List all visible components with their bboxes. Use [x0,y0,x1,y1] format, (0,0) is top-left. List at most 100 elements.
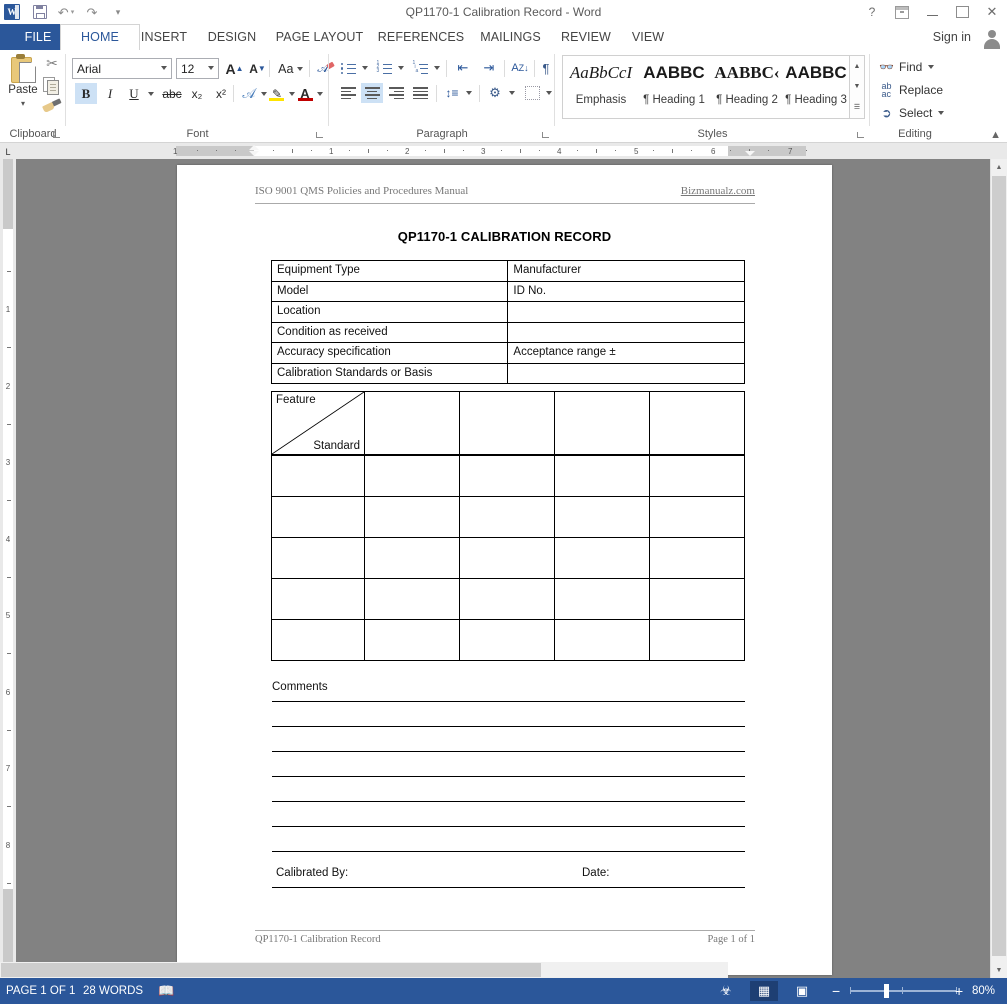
zoom-level[interactable]: 80% [972,978,995,1004]
format-painter-icon[interactable] [42,98,62,116]
scroll-down-icon[interactable]: ▼ [991,962,1007,978]
line-spacing-chevron-down-icon[interactable] [463,83,474,103]
comment-line[interactable] [272,751,745,752]
cell-id-no[interactable]: ID No. [507,280,745,302]
grid-cell[interactable] [364,496,460,538]
restore-icon[interactable] [947,0,977,24]
cell-accuracy-specification[interactable]: Accuracy specification [270,342,509,364]
replace-button[interactable]: ab ac Replace [878,79,943,101]
grow-font-button[interactable]: A ▲ [224,58,245,79]
cell-model[interactable]: Model [270,280,509,302]
grid-cell[interactable] [459,619,555,661]
font-size-input[interactable]: 12 [176,58,219,79]
styles-dialog-launcher[interactable] [857,130,866,139]
font-name-input[interactable]: Arial [72,58,172,79]
print-layout-view-button[interactable]: ▦ [750,981,778,1001]
change-case-button[interactable]: Aa [274,58,307,79]
comment-line[interactable] [272,851,745,852]
vertical-scrollbar-thumb[interactable] [992,176,1006,956]
right-indent-marker[interactable] [745,151,755,156]
tab-stop-selector[interactable]: L [1,145,15,158]
comment-line[interactable] [272,776,745,777]
document-canvas[interactable]: ISO 9001 QMS Policies and Procedures Man… [16,159,991,978]
grid-cell[interactable] [648,578,746,620]
cell-calibration-standards-value[interactable] [507,362,745,384]
grid-cell[interactable] [648,496,746,538]
table-row[interactable]: Calibration Standards or Basis [270,362,745,384]
grid-cell[interactable] [270,578,366,620]
equipment-info-table[interactable]: Equipment Type Manufacturer Model ID No.… [270,260,745,384]
align-left-icon[interactable] [337,83,359,103]
multilevel-list-icon[interactable]: 1ia [409,58,431,78]
comment-line[interactable] [272,701,745,702]
tab-view[interactable]: VIEW [613,24,683,50]
cell-manufacturer[interactable]: Manufacturer [507,260,745,282]
chevron-down-icon[interactable] [296,66,303,71]
grid-cell[interactable] [553,578,650,620]
close-icon[interactable]: ✕ [977,0,1007,24]
chevron-down-icon[interactable] [938,111,945,115]
cell-equipment-type[interactable]: Equipment Type [270,260,509,282]
table-row[interactable] [270,537,746,579]
table-row[interactable]: Model ID No. [270,280,745,302]
grid-cell[interactable] [553,454,650,497]
table-row[interactable]: Location [270,301,745,323]
styles-scroll-up-icon[interactable]: ▲ [850,57,864,76]
grid-cell[interactable] [553,496,650,538]
proofing-errors-icon[interactable]: 📖 [158,978,174,1004]
horizontal-scrollbar-thumb[interactable] [1,963,541,977]
paragraph-dialog-launcher[interactable] [542,130,551,139]
paste-button[interactable]: Paste ▾ [5,53,41,117]
table-row[interactable] [270,619,746,661]
table-row[interactable] [270,496,746,538]
grid-cell[interactable] [459,454,555,497]
numbering-chevron-down-icon[interactable] [395,58,406,78]
horizontal-scrollbar[interactable] [0,962,728,978]
first-line-indent-marker[interactable] [249,145,259,150]
read-mode-view-button[interactable]: ☣ [712,981,740,1001]
comment-line[interactable] [272,726,745,727]
scroll-up-icon[interactable]: ▲ [991,159,1007,175]
grid-header-cell[interactable] [648,391,746,456]
borders-icon[interactable] [521,83,543,103]
grid-cell[interactable] [270,537,366,579]
hanging-indent-marker[interactable] [249,151,259,156]
style-item-heading-2[interactable]: AABBC‹ ¶ Heading 2 [711,56,783,118]
zoom-slider-track[interactable] [850,990,957,992]
styles-more-icon[interactable]: ☰ [850,97,864,116]
show-formatting-marks-icon[interactable]: ¶ [537,58,555,78]
shrink-font-button[interactable]: A ▼ [247,58,268,79]
zoom-slider-thumb[interactable] [884,984,889,998]
bold-button[interactable]: B [75,83,97,104]
justify-icon[interactable] [409,83,431,103]
superscript-button[interactable]: x² [210,83,232,104]
cell-condition-value[interactable] [507,321,745,343]
chevron-down-icon[interactable]: ▾ [5,99,41,108]
grid-cell[interactable] [459,537,555,579]
help-icon[interactable]: ? [857,0,887,24]
grid-cell[interactable] [553,537,650,579]
chevron-down-icon[interactable] [928,65,935,69]
grid-header-cell[interactable] [459,391,555,456]
find-button[interactable]: 👓 Find [878,56,935,78]
table-row[interactable]: Accuracy specification Acceptance range … [270,342,745,364]
avatar[interactable] [981,27,1003,49]
zoom-out-button[interactable]: − [832,978,840,1004]
table-row[interactable]: Condition as received [270,321,745,343]
shading-chevron-down-icon[interactable] [506,83,517,103]
comment-line[interactable] [272,826,745,827]
cell-location-value[interactable] [507,301,745,323]
page-indicator[interactable]: PAGE 1 OF 1 [6,978,75,1004]
horizontal-ruler[interactable]: 1 1 2 3 4 5 6 7 [0,143,1007,160]
document-page[interactable]: ISO 9001 QMS Policies and Procedures Man… [177,165,832,975]
word-count[interactable]: 28 WORDS [83,978,143,1004]
style-item-heading-1[interactable]: AABBC ¶ Heading 1 [637,56,711,118]
grid-cell[interactable] [270,619,366,661]
cell-acceptance-range[interactable]: Acceptance range ± [507,342,745,364]
minimize-icon[interactable] [917,0,947,24]
grid-cell[interactable] [459,496,555,538]
table-row[interactable]: Equipment Type Manufacturer [270,260,745,282]
styles-gallery-scrollbar[interactable]: ▲ ▼ ☰ [849,55,865,119]
text-effects-icon[interactable]: 𝒜 [238,83,260,104]
grid-cell[interactable] [270,454,366,497]
